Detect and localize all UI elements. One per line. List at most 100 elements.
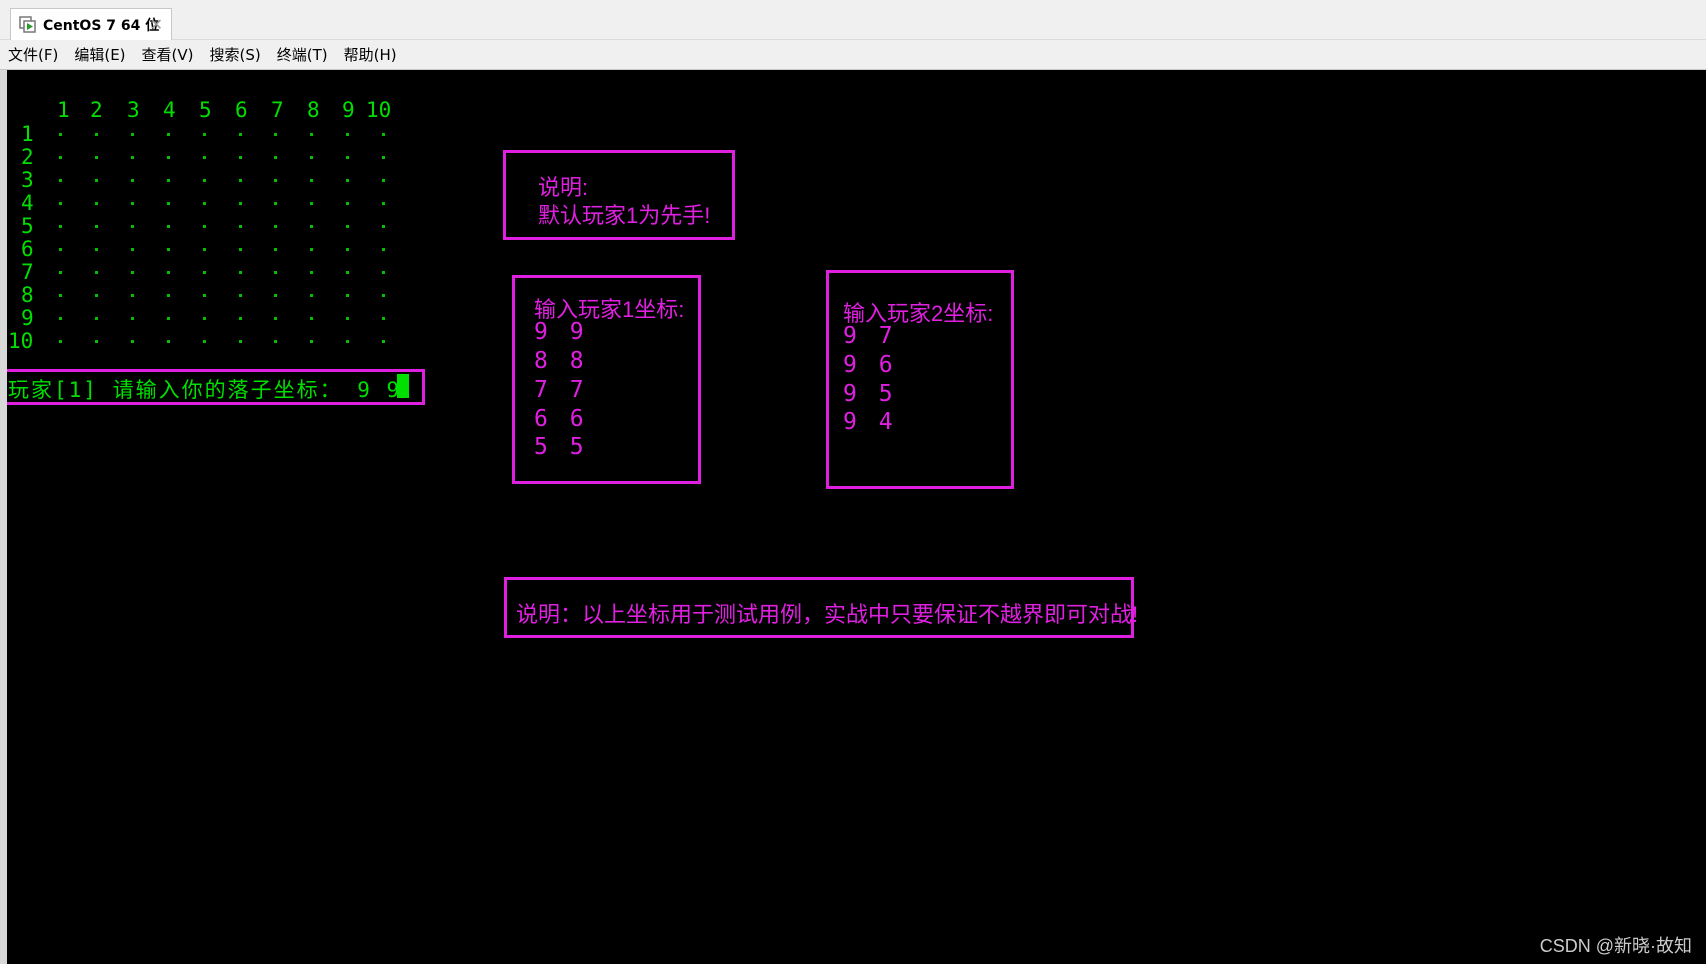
col-label: 4 (163, 98, 176, 122)
board-cell (346, 248, 350, 251)
board-cell (202, 317, 206, 320)
board-cell (202, 202, 206, 205)
board-cell (382, 340, 386, 343)
board-cell (59, 317, 62, 320)
board-cell (274, 202, 278, 205)
menu-search[interactable]: 搜索(S) (210, 44, 261, 65)
board-cell (59, 179, 62, 182)
menu-view[interactable]: 查看(V) (142, 44, 194, 65)
player2-coord: 9 7 (843, 323, 897, 349)
player2-coord: 9 4 (843, 409, 897, 435)
row-label: 1 (21, 122, 34, 146)
menu-terminal[interactable]: 终端(T) (277, 44, 328, 65)
board-cell (310, 225, 314, 228)
terminal-area[interactable]: 1 2 3 4 5 6 7 8 9 10 1 2 3 4 5 6 7 8 9 1… (7, 70, 1706, 964)
board-cell (202, 156, 206, 159)
board-cell (94, 340, 98, 343)
board-cell (94, 179, 98, 182)
col-label: 2 (90, 98, 103, 122)
board-cell (238, 156, 242, 159)
board-cell (346, 271, 350, 274)
note-body: 默认玩家1为先手! (538, 203, 711, 228)
board-cell (166, 225, 170, 228)
player1-coord: 5 5 (534, 434, 588, 460)
board-cell (238, 340, 242, 343)
player1-coord: 7 7 (534, 377, 588, 403)
board-cell (238, 271, 242, 274)
board-cell (238, 294, 242, 297)
menu-edit[interactable]: 编辑(E) (74, 44, 125, 65)
board-cell (238, 179, 242, 182)
row-label: 6 (21, 237, 34, 261)
board-cell (274, 133, 278, 136)
board-cell (310, 202, 314, 205)
col-label: 9 (342, 98, 355, 122)
row-label: 3 (21, 168, 34, 192)
board-cell (94, 202, 98, 205)
board-cell (130, 202, 134, 205)
board-cell (59, 133, 62, 136)
board-cell (274, 317, 278, 320)
vm-icon (19, 16, 37, 34)
board-cell (59, 225, 62, 228)
board-cell (238, 225, 242, 228)
row-label: 7 (21, 260, 34, 284)
board-cell (202, 294, 206, 297)
board-cell (310, 179, 314, 182)
board-cell (238, 133, 242, 136)
board-cell (274, 156, 278, 159)
board-cell (346, 179, 350, 182)
board-cell (310, 317, 314, 320)
board-cell (166, 202, 170, 205)
board-cell (166, 248, 170, 251)
col-label: 8 (307, 98, 320, 122)
board-cell (166, 271, 170, 274)
col-label: 1 (57, 98, 70, 122)
board-cell (274, 340, 278, 343)
board-cell (59, 294, 62, 297)
board-cell (274, 271, 278, 274)
board-cell (166, 156, 170, 159)
row-label: 4 (21, 191, 34, 215)
board-cell (346, 133, 350, 136)
board-cell (130, 133, 134, 136)
board-cell (94, 271, 98, 274)
board-cell (382, 179, 386, 182)
board-cell (130, 294, 134, 297)
board-cell (94, 294, 98, 297)
board-cell (94, 317, 98, 320)
board-cell (346, 225, 350, 228)
tab-bar: CentOS 7 64 位 ✕ (0, 0, 1706, 41)
board-cell (202, 248, 206, 251)
tab-centos[interactable]: CentOS 7 64 位 ✕ (10, 8, 172, 41)
board-cell (94, 225, 98, 228)
board-cell (310, 156, 314, 159)
board-cell (238, 317, 242, 320)
row-label: 5 (21, 214, 34, 238)
menu-bar: 文件(F) 编辑(E) 查看(V) 搜索(S) 终端(T) 帮助(H) (0, 40, 1706, 70)
tab-title: CentOS 7 64 位 (43, 18, 160, 34)
board-cell (166, 317, 170, 320)
board-cell (59, 340, 62, 343)
col-label: 7 (271, 98, 284, 122)
board-cell (59, 271, 62, 274)
note-test-cases: 说明：以上坐标用于测试用例，实战中只要保证不越界即可对战! (516, 602, 1139, 627)
menu-help[interactable]: 帮助(H) (344, 44, 397, 65)
text-cursor (397, 374, 409, 398)
board-cell (346, 294, 350, 297)
board-cell (274, 294, 278, 297)
board-cell (382, 133, 386, 136)
board-cell (202, 225, 206, 228)
menu-file[interactable]: 文件(F) (8, 44, 58, 65)
board-cell (310, 294, 314, 297)
board-cell (382, 271, 386, 274)
row-label: 8 (21, 283, 34, 307)
col-label: 10 (366, 98, 392, 122)
board-cell (59, 202, 62, 205)
board-cell (130, 248, 134, 251)
row-label: 9 (21, 306, 34, 330)
col-label: 3 (127, 98, 140, 122)
close-icon[interactable]: ✕ (150, 15, 163, 34)
row-label: 10 (8, 329, 34, 353)
player2-coord: 9 6 (843, 352, 897, 378)
